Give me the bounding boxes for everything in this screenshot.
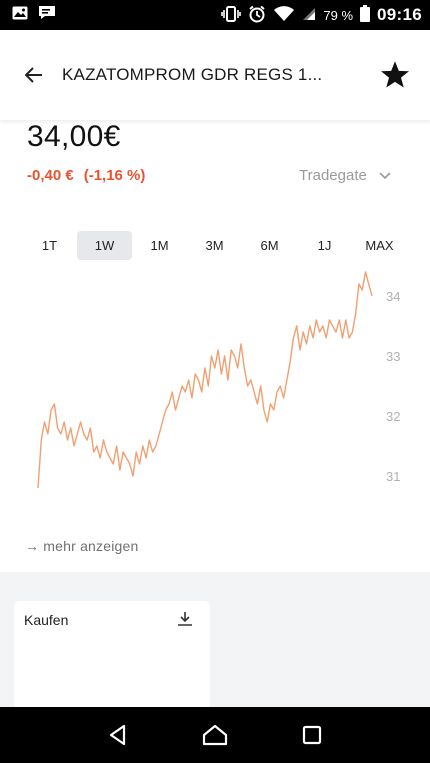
image-icon [12, 6, 28, 25]
price-change-percent: (-1,16 %) [83, 167, 146, 184]
back-triangle-icon [110, 724, 126, 746]
range-tab-3m[interactable]: 3M [187, 231, 242, 260]
vibrate-icon [221, 5, 242, 25]
chevron-down-icon [379, 171, 391, 179]
price-change-absolute: -0,40 € [27, 167, 74, 184]
app-bar: KAZATOMPROM GDR REGS 1... [0, 30, 430, 120]
y-tick-label: 31 [386, 469, 400, 484]
star-icon [381, 61, 409, 88]
range-tab-6m[interactable]: 6M [242, 231, 297, 260]
nav-home-button[interactable] [195, 715, 235, 755]
wifi-icon [273, 5, 295, 25]
nav-recents-button[interactable] [292, 715, 332, 755]
system-status: 79 % 09:16 [221, 5, 422, 26]
alarm-icon [248, 5, 266, 26]
status-bar: 79 % 09:16 [0, 0, 430, 30]
price-chart[interactable]: 34 33 32 31 [0, 266, 430, 506]
time-range-tabs: 1T 1W 1M 3M 6M 1J MAX [22, 231, 407, 260]
range-tab-1j[interactable]: 1J [297, 231, 352, 260]
arrow-left-icon [25, 67, 42, 83]
clock: 09:16 [377, 5, 422, 24]
price-line [37, 271, 373, 489]
range-tab-1w[interactable]: 1W [77, 231, 132, 260]
price-change: -0,40 € (-1,16 %) [27, 167, 145, 184]
message-icon [38, 5, 56, 25]
exchange-label: Tradegate [299, 167, 367, 184]
range-tab-max[interactable]: MAX [352, 231, 407, 260]
range-tab-1m[interactable]: 1M [132, 231, 187, 260]
nav-back-button[interactable] [98, 715, 138, 755]
signal-icon [302, 7, 316, 24]
battery-percent: 79 % [323, 7, 354, 23]
back-button[interactable] [22, 63, 46, 87]
exchange-selector[interactable]: Tradegate [299, 167, 391, 184]
y-tick-label: 32 [386, 409, 400, 424]
download-icon[interactable] [176, 610, 194, 628]
y-tick-label: 33 [386, 349, 400, 364]
show-more-link[interactable]: → mehr anzeigen [25, 538, 139, 554]
current-price: 34,00€ [27, 120, 121, 153]
buy-card[interactable]: Kaufen [14, 601, 210, 711]
recents-icon [302, 725, 321, 745]
page-title: KAZATOMPROM GDR REGS 1... [62, 65, 323, 84]
battery-icon [360, 5, 371, 25]
home-icon [202, 724, 228, 746]
favorite-button[interactable] [378, 58, 412, 92]
range-tab-1t[interactable]: 1T [22, 231, 77, 260]
notification-icons [12, 5, 56, 25]
y-tick-label: 34 [386, 289, 400, 304]
system-nav-bar [0, 707, 430, 763]
buy-card-title: Kaufen [24, 612, 69, 628]
